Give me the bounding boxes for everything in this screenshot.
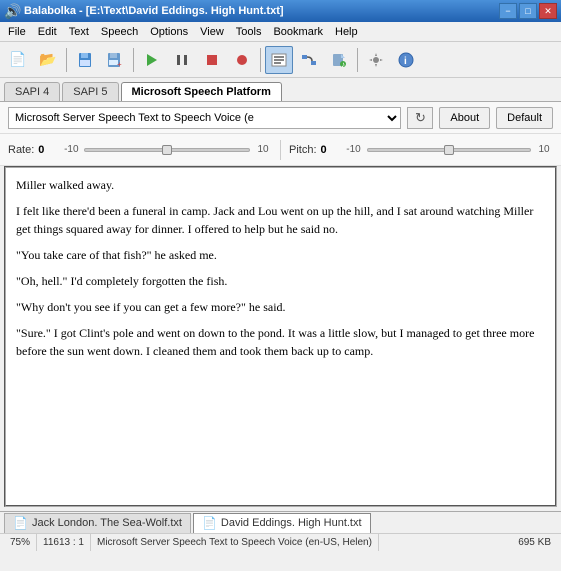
- status-size: 695 KB: [379, 534, 557, 551]
- rate-track: [84, 148, 250, 152]
- tab-label-david: David Eddings. High Hunt.txt: [221, 517, 362, 529]
- default-button[interactable]: Default: [496, 107, 553, 129]
- menu-text[interactable]: Text: [63, 24, 95, 40]
- voice-select[interactable]: Microsoft Server Speech Text to Speech V…: [8, 107, 401, 129]
- title-bar: 🔊 Balabolka - [E:\Text\David Eddings. Hi…: [0, 0, 561, 22]
- rate-min: -10: [62, 144, 80, 155]
- toolbar-save[interactable]: [71, 46, 99, 74]
- menu-help[interactable]: Help: [329, 24, 364, 40]
- tab-sapi4[interactable]: SAPI 4: [4, 82, 60, 101]
- tab-msp[interactable]: Microsoft Speech Platform: [121, 82, 282, 101]
- content-text[interactable]: Miller walked away. I felt like there'd …: [6, 168, 555, 505]
- rate-label: Rate:: [8, 144, 34, 156]
- rate-thumb[interactable]: [162, 145, 172, 155]
- content-section: Miller walked away. I felt like there'd …: [4, 166, 557, 507]
- pitch-track: [367, 148, 531, 152]
- title-bar-text: Balabolka - [E:\Text\David Eddings. High…: [24, 5, 284, 17]
- menu-options[interactable]: Options: [144, 24, 194, 40]
- close-button[interactable]: ✕: [539, 3, 557, 19]
- toolbar-open[interactable]: 📂: [34, 46, 62, 74]
- status-bar: 75% 11613 : 1 Microsoft Server Speech Te…: [0, 533, 561, 551]
- status-voice: Microsoft Server Speech Text to Speech V…: [91, 534, 379, 551]
- toolbar: 📄 📂 + ♪: [0, 42, 561, 78]
- toolbar-sep-1: [66, 48, 67, 72]
- paragraph-2: I felt like there'd been a funeral in ca…: [16, 202, 545, 238]
- toolbar-sep-3: [260, 48, 261, 72]
- pitch-thumb[interactable]: [444, 145, 454, 155]
- about-button[interactable]: About: [439, 107, 490, 129]
- pitch-slider-group: Pitch: 0 -10 10: [289, 144, 553, 156]
- document-tabs: 📄 Jack London. The Sea-Wolf.txt 📄 David …: [0, 511, 561, 533]
- toolbar-about[interactable]: i: [392, 46, 420, 74]
- menu-bookmark[interactable]: Bookmark: [267, 24, 329, 40]
- menu-tools[interactable]: Tools: [230, 24, 268, 40]
- paragraph-3: "You take care of that fish?" he asked m…: [16, 246, 545, 264]
- tab-label-jack: Jack London. The Sea-Wolf.txt: [32, 517, 182, 529]
- menu-bar: File Edit Text Speech Options View Tools…: [0, 22, 561, 42]
- content-wrapper: Miller walked away. I felt like there'd …: [4, 166, 557, 507]
- toolbar-new[interactable]: 📄: [4, 46, 32, 74]
- refresh-button[interactable]: ↻: [407, 107, 433, 129]
- minimize-button[interactable]: −: [499, 3, 517, 19]
- menu-view[interactable]: View: [194, 24, 230, 40]
- toolbar-play[interactable]: [138, 46, 166, 74]
- maximize-button[interactable]: □: [519, 3, 537, 19]
- paragraph-5: "Why don't you see if you can get a few …: [16, 298, 545, 316]
- paragraph-6: "Sure." I got Clint's pole and went on d…: [16, 324, 545, 360]
- toolbar-stop[interactable]: [198, 46, 226, 74]
- pitch-label: Pitch:: [289, 144, 317, 156]
- status-position: 11613 : 1: [37, 534, 91, 551]
- svg-text:♪: ♪: [341, 60, 345, 68]
- svg-text:i: i: [404, 56, 407, 67]
- main-layout: File Edit Text Speech Options View Tools…: [0, 22, 561, 551]
- tab-icon-jack: 📄: [13, 516, 28, 530]
- tab-david-eddings[interactable]: 📄 David Eddings. High Hunt.txt: [193, 513, 371, 533]
- toolbar-sep-4: [357, 48, 358, 72]
- status-zoom: 75%: [4, 534, 37, 551]
- toolbar-sep-2: [133, 48, 134, 72]
- pitch-min: -10: [345, 144, 363, 155]
- paragraph-4: "Oh, hell." I'd completely forgotten the…: [16, 272, 545, 290]
- window-controls: − □ ✕: [499, 3, 557, 19]
- toolbar-edit-text[interactable]: [265, 46, 293, 74]
- paragraph-1: Miller walked away.: [16, 176, 545, 194]
- tab-icon-david: 📄: [202, 516, 217, 530]
- menu-speech[interactable]: Speech: [95, 24, 144, 40]
- rate-value: 0: [38, 144, 58, 156]
- toolbar-record[interactable]: [228, 46, 256, 74]
- tab-sapi5[interactable]: SAPI 5: [62, 82, 118, 101]
- menu-edit[interactable]: Edit: [32, 24, 63, 40]
- sliders-row: Rate: 0 -10 10 Pitch: 0 -10 10: [0, 134, 561, 166]
- menu-file[interactable]: File: [2, 24, 32, 40]
- rate-max: 10: [254, 144, 272, 155]
- toolbar-file-audio[interactable]: ♪: [325, 46, 353, 74]
- rate-slider-group: Rate: 0 -10 10: [8, 144, 272, 156]
- pitch-max: 10: [535, 144, 553, 155]
- toolbar-convert[interactable]: [295, 46, 323, 74]
- svg-text:+: +: [117, 60, 122, 68]
- slider-divider: [280, 140, 281, 160]
- voice-row: Microsoft Server Speech Text to Speech V…: [0, 102, 561, 134]
- speech-tabs: SAPI 4 SAPI 5 Microsoft Speech Platform: [0, 78, 561, 102]
- toolbar-save-as[interactable]: +: [101, 46, 129, 74]
- pitch-value: 0: [321, 144, 341, 156]
- toolbar-pause[interactable]: [168, 46, 196, 74]
- toolbar-settings[interactable]: [362, 46, 390, 74]
- app-icon: 🔊: [4, 3, 20, 19]
- tab-jack-london[interactable]: 📄 Jack London. The Sea-Wolf.txt: [4, 513, 191, 533]
